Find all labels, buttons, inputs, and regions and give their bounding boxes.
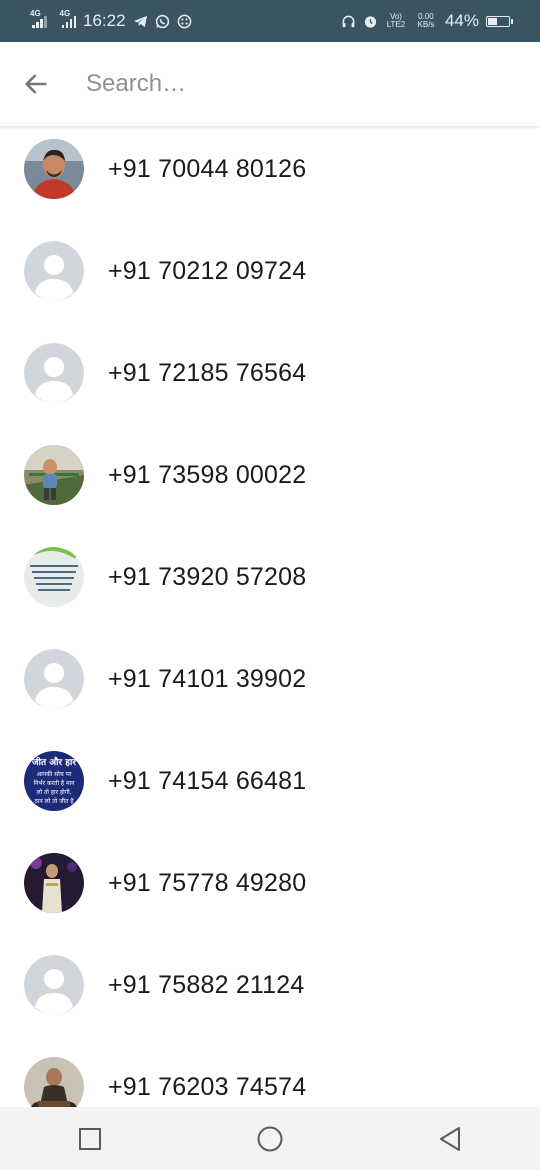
contact-row[interactable]: +91 74101 39902 [0,628,540,730]
avatar-quote-line: लो तो हार होगी, [36,788,71,796]
default-avatar-icon[interactable] [24,649,84,709]
contact-phone: +91 74101 39902 [108,664,307,693]
recents-button[interactable] [60,1109,120,1169]
contact-row[interactable]: +91 70044 80126 [0,126,540,220]
contact-phone: +91 72185 76564 [108,358,307,387]
default-avatar-icon[interactable] [24,343,84,403]
navigation-bar [0,1107,540,1170]
signal-icon: 4G [60,9,76,28]
home-button[interactable] [240,1109,300,1169]
search-input[interactable] [84,69,508,99]
square-icon [79,1127,101,1150]
battery-icon [486,15,513,27]
back-arrow-button[interactable] [0,42,72,126]
avatar[interactable] [24,445,84,505]
status-bar: 4G 4G 16:22 Vo) LTE2 0.00 KB/s 44% [0,0,540,42]
telegram-icon [133,14,148,29]
volte-indicator: Vo) LTE2 [386,12,406,29]
avatar[interactable] [24,853,84,913]
contact-row[interactable]: +91 75778 49280 [0,832,540,934]
avatar-quote-line: आपकी सोच पर [37,770,72,778]
avatar[interactable]: जीत और हार आपकी सोच पर निर्भर करती है मा… [24,751,84,811]
contact-phone: +91 76203 74574 [108,1072,307,1101]
contact-phone: +91 70044 80126 [108,154,307,183]
clock-time: 16:22 [83,11,126,30]
default-avatar-icon[interactable] [24,241,84,301]
contact-phone: +91 75882 21124 [108,970,305,999]
alarm-clock-icon [363,14,378,29]
avatar[interactable] [24,1057,84,1107]
network-speed: 0.00 KB/s [417,12,435,29]
headphones-icon [341,14,356,29]
contact-row[interactable]: +91 76203 74574 [0,1036,540,1107]
contact-phone: +91 73598 00022 [108,460,307,489]
whatsapp-icon [155,14,170,29]
arrow-left-icon [25,74,47,94]
default-avatar-icon[interactable] [24,955,84,1015]
contact-phone: +91 74154 66481 [108,766,307,795]
triangle-back-icon [440,1126,460,1151]
contact-phone: +91 73920 57208 [108,562,307,591]
back-button[interactable] [420,1109,480,1169]
contact-row[interactable]: +91 75882 21124 [0,934,540,1036]
contact-list: +91 70044 80126 +91 70212 09724 +91 7218… [0,126,540,1107]
avatar-quote-line: जीत और हार [31,756,76,768]
signal-icon: 4G [30,9,47,28]
contact-row[interactable]: +91 70212 09724 [0,220,540,322]
avatar-quote-line: ठान लो तो जीत है [34,797,74,805]
contact-row[interactable]: +91 72185 76564 [0,322,540,424]
battery-percent: 44% [444,11,479,30]
contact-phone: +91 70212 09724 [108,256,307,285]
contact-row[interactable]: +91 73598 00022 [0,424,540,526]
search-bar [0,42,540,126]
circle-icon [257,1126,283,1151]
contact-row[interactable]: +91 73920 57208 [0,526,540,628]
avatar[interactable] [24,547,84,607]
contact-row[interactable]: जीत और हार आपकी सोच पर निर्भर करती है मा… [0,730,540,832]
dialer-icon [177,14,192,29]
contact-phone: +91 75778 49280 [108,868,307,897]
avatar[interactable] [24,139,84,199]
avatar-quote-line: निर्भर करती है मान [34,779,76,787]
